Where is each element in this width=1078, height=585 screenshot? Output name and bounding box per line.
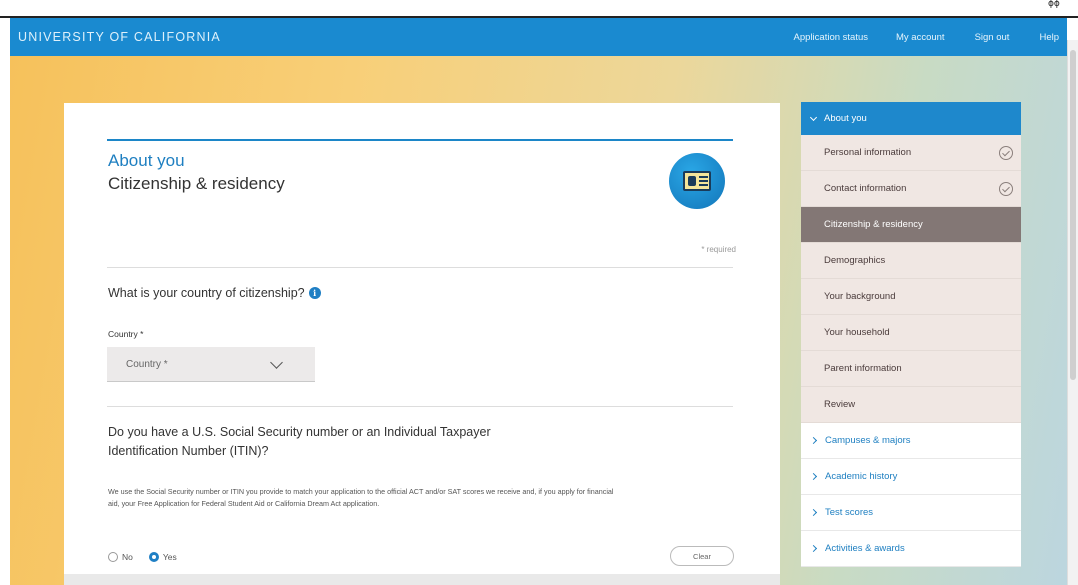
sidebar-item-label: Review [824,399,856,410]
question-citizenship: What is your country of citizenship? i [108,286,321,300]
sidebar-item-label: Your household [824,327,890,338]
sidebar-item-label: Citizenship & residency [824,219,923,230]
country-select-value: Country * [126,358,168,370]
page-title: Citizenship & residency [108,174,285,193]
sidebar-item-label: Your background [824,291,896,302]
question-ssn: Do you have a U.S. Social Security numbe… [108,425,491,458]
nav-my-account[interactable]: My account [896,32,945,43]
ssn-help-text: We use the Social Security number or ITI… [108,487,614,508]
check-circle-icon [999,146,1013,160]
page-scrollbar[interactable] [1067,40,1078,585]
sidebar-group-campuses-majors[interactable]: Campuses & majors [801,423,1021,459]
chevron-down-icon [270,356,283,369]
country-label: Country * [108,329,144,339]
sidebar-item-label: Contact information [824,183,907,194]
country-select[interactable]: Country * [107,347,315,382]
sidebar-group-label: Campuses & majors [825,435,911,446]
sidebar-item-label: Personal information [824,147,912,158]
corner-mark: ɸɸ [1048,0,1060,9]
card-accent-line [107,139,733,141]
sidebar-item-personal-information[interactable]: Personal information [801,135,1021,171]
sidebar-nav: About you Personal information Contact i… [801,102,1021,567]
sidebar-group-label: Activities & awards [825,543,905,554]
radio-yes-label[interactable]: Yes [163,552,177,562]
top-nav: Application status My account Sign out H… [794,32,1067,43]
clear-button[interactable]: Clear [670,546,734,566]
sidebar-group-about-you[interactable]: About you [801,102,1021,135]
sidebar-group-label: Academic history [825,471,898,482]
sidebar-item-review[interactable]: Review [801,387,1021,423]
top-bar: UNIVERSITY OF CALIFORNIA Application sta… [10,18,1067,56]
form-card: About you Citizenship & residency * requ… [64,103,780,585]
card-footer [64,574,780,585]
sidebar-item-label: Demographics [824,255,886,266]
divider [107,406,733,407]
id-card-icon [669,153,725,209]
sidebar-item-contact-information[interactable]: Contact information [801,171,1021,207]
sidebar-group-test-scores[interactable]: Test scores [801,495,1021,531]
window-top-edge [0,0,1078,18]
sidebar-item-label: Parent information [824,363,902,374]
divider [107,267,733,268]
required-note: * required [701,245,736,254]
ssn-radio-group: No Yes [108,552,193,562]
nav-application-status[interactable]: Application status [794,32,868,43]
sidebar-group-academic-history[interactable]: Academic history [801,459,1021,495]
radio-no[interactable] [108,552,118,562]
sidebar-item-citizenship-residency[interactable]: Citizenship & residency [801,207,1021,243]
radio-yes[interactable] [148,552,159,562]
check-circle-icon [999,182,1013,196]
section-title: About you [108,151,185,170]
sidebar-group-activities-awards[interactable]: Activities & awards [801,531,1021,567]
scrollbar-thumb[interactable] [1070,50,1076,380]
sidebar-item-your-household[interactable]: Your household [801,315,1021,351]
radio-no-label[interactable]: No [122,552,133,562]
sidebar-group-label: Test scores [825,507,874,518]
chevron-right-icon [809,508,818,517]
question-citizenship-text: What is your country of citizenship? [108,286,305,300]
sidebar-item-parent-information[interactable]: Parent information [801,351,1021,387]
sidebar-item-demographics[interactable]: Demographics [801,243,1021,279]
nav-sign-out[interactable]: Sign out [975,32,1010,43]
sidebar-group-label: About you [824,113,867,124]
info-icon[interactable]: i [308,287,321,299]
chevron-right-icon [809,544,818,553]
chevron-right-icon [809,472,818,481]
chevron-right-icon [809,436,818,445]
chevron-down-icon [809,113,818,121]
brand-logo-text[interactable]: UNIVERSITY OF CALIFORNIA [18,30,221,44]
sidebar-item-your-background[interactable]: Your background [801,279,1021,315]
nav-help[interactable]: Help [1039,32,1059,43]
